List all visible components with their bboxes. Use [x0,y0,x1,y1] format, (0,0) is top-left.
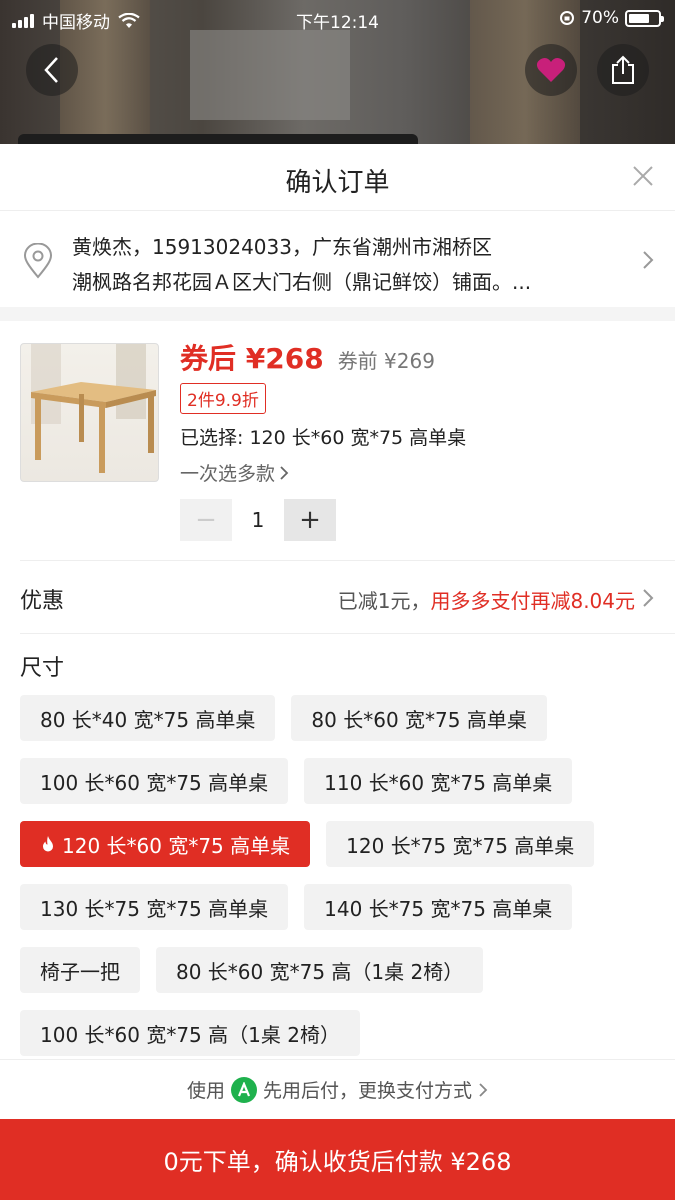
location-pin-icon [23,243,53,279]
size-option-label: 椅子一把 [40,959,120,984]
size-section-title: 尺寸 [20,656,65,681]
size-option-label: 120 长*60 宽*75 高单桌 [62,833,291,858]
back-button[interactable] [26,44,78,96]
payment-method-label: 先用后付，更换支付方式 [263,1080,473,1102]
promotion-reduced: 已减1元， [337,589,431,613]
decrease-quantity-button[interactable]: − [180,499,232,541]
order-confirm-sheet: 确认订单 黄焕杰，15913024033，广东省潮州市湘桥区 潮枫路名邦花园Ａ区… [0,144,675,1200]
product-thumbnail [20,343,159,482]
selected-variant: 已选择: 120 长*60 宽*75 高单桌 [180,427,467,449]
size-option[interactable]: 100 长*60 宽*75 高（1桌 2椅） [20,1010,360,1056]
increase-quantity-button[interactable]: + [284,499,336,541]
size-option-row: 80 长*40 宽*75 高单桌 80 长*60 宽*75 高单桌 [20,695,660,741]
size-option[interactable]: 80 长*40 宽*75 高单桌 [20,695,276,741]
chevron-right-icon [643,251,654,269]
promotion-info: 已减1元，用多多支付再减8.04元 [338,585,635,614]
close-icon[interactable] [629,162,657,190]
size-option[interactable]: 椅子一把 [20,947,140,993]
size-option-row: 100 长*60 宽*75 高（1桌 2椅） [20,1010,660,1056]
promotion-label: 优惠 [20,589,65,614]
size-option[interactable]: 140 长*75 宽*75 高单桌 [304,884,573,930]
quantity-stepper: − 1 + [180,499,336,541]
promotion-extra: 用多多支付再减8.04元 [430,589,635,613]
price-after-coupon: 券后 ¥268 [180,342,324,375]
size-option-label: 140 长*75 宽*75 高单桌 [324,896,553,921]
size-option-label: 130 长*75 宽*75 高单桌 [40,896,269,921]
quantity-value[interactable]: 1 [232,508,284,532]
wall-panel-decoration [190,30,350,120]
share-button[interactable] [597,44,649,96]
section-gap [0,307,675,321]
price-before-coupon: 券前 ¥269 [337,349,435,373]
size-option[interactable]: 80 长*60 宽*75 高（1桌 2椅） [156,947,484,993]
size-option-row: 100 长*60 宽*75 高单桌 110 长*60 宽*75 高单桌 [20,758,660,804]
size-option[interactable]: 120 长*75 宽*75 高单桌 [326,821,595,867]
size-option[interactable]: 130 长*75 宽*75 高单桌 [20,884,289,930]
size-options: 80 长*40 宽*75 高单桌 80 长*60 宽*75 高单桌 100 长*60… [20,695,660,1073]
size-option-row: 120 长*60 宽*75 高单桌 120 长*75 宽*75 高单桌 [20,821,660,867]
size-option-label: 120 长*75 宽*75 高单桌 [346,833,575,858]
status-bar: 中国移动 下午12:14 70% [0,0,675,36]
shipping-address[interactable]: 黄焕杰，15913024033，广东省潮州市湘桥区 潮枫路名邦花园Ａ区大门右侧（… [0,211,675,307]
size-option-row: 椅子一把 80 长*60 宽*75 高（1桌 2椅） [20,947,660,993]
chevron-right-icon [643,589,654,607]
battery-icon [625,9,664,27]
flame-icon [43,836,53,852]
discount-badge: 2件9.9折 [180,383,266,414]
size-option-label: 80 长*40 宽*75 高单桌 [40,707,256,732]
multi-select-label: 一次选多款 [180,463,276,485]
pay-later-icon [231,1076,257,1103]
size-option-label: 100 长*60 宽*75 高单桌 [40,770,269,795]
payment-method-bar[interactable]: 使用 先用后付，更换支付方式 [0,1059,675,1119]
size-option[interactable]: 110 长*60 宽*75 高单桌 [304,758,573,804]
product-summary: 券后 ¥268 券前 ¥269 2件9.9折 已选择: 120 长*60 宽*7… [0,321,675,561]
payment-prefix: 使用 [186,1080,225,1102]
address-line-1: 黄焕杰，15913024033，广东省潮州市湘桥区 [72,235,492,259]
size-option-label: 100 长*60 宽*75 高（1桌 2椅） [40,1022,340,1047]
size-option-label: 80 长*60 宽*75 高单桌 [311,707,527,732]
favorite-button[interactable] [525,44,577,96]
size-option-label: 110 长*60 宽*75 高单桌 [324,770,553,795]
chevron-right-icon [280,465,289,480]
sheet-header: 确认订单 [0,144,675,211]
promotion-row[interactable]: 优惠 已减1元，用多多支付再减8.04元 [20,561,675,634]
multi-select-link[interactable]: 一次选多款 [180,459,289,486]
orientation-lock-icon [560,11,575,25]
size-option-row: 130 长*75 宽*75 高单桌 140 长*75 宽*75 高单桌 [20,884,660,930]
address-line-2: 潮枫路名邦花园Ａ区大门右侧（鼎记鲜饺）铺面。... [72,270,532,294]
share-icon [612,55,634,84]
heart-icon [536,58,566,82]
size-option-label: 80 长*60 宽*75 高（1桌 2椅） [176,959,464,984]
chevron-right-icon [479,1082,488,1097]
size-option-selected[interactable]: 120 长*60 宽*75 高单桌 [20,821,311,867]
battery-percent: 70% [581,8,619,28]
size-option[interactable]: 100 长*60 宽*75 高单桌 [20,758,289,804]
size-option[interactable]: 80 长*60 宽*75 高单桌 [291,695,547,741]
battery-fill [629,13,649,23]
place-order-button[interactable]: 0元下单，确认收货后付款 ¥268 [0,1119,675,1200]
chevron-left-icon [44,57,58,83]
sheet-title: 确认订单 [285,168,390,198]
